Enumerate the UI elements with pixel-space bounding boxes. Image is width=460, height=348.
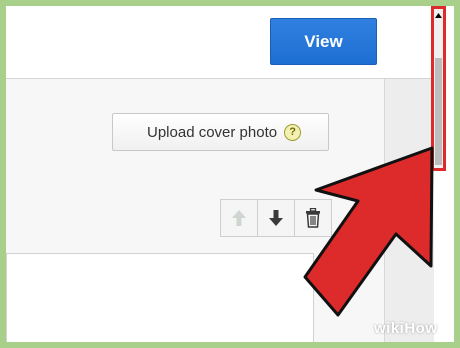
upload-cover-photo-button[interactable]: Upload cover photo ? [112, 113, 329, 151]
app-window: View Upload cover photo ? [6, 6, 454, 342]
scroll-up-arrow-icon [435, 12, 442, 18]
content-panel [6, 253, 314, 342]
arrow-down-icon [269, 210, 283, 226]
view-button[interactable]: View [270, 18, 377, 65]
delete-button[interactable] [295, 200, 331, 236]
help-icon[interactable]: ? [284, 123, 302, 141]
trash-icon [306, 208, 320, 228]
vertical-scrollbar[interactable] [431, 6, 446, 171]
scroll-thumb[interactable] [435, 58, 442, 165]
move-up-button[interactable] [221, 200, 258, 236]
upload-cover-photo-label: Upload cover photo [147, 123, 278, 141]
move-down-button[interactable] [258, 200, 295, 236]
arrow-up-icon [232, 210, 246, 226]
reorder-controls [220, 199, 332, 237]
right-side-panel [384, 78, 434, 342]
wikihow-watermark: wikiHow [374, 320, 438, 337]
scroll-up-button[interactable] [434, 9, 443, 21]
